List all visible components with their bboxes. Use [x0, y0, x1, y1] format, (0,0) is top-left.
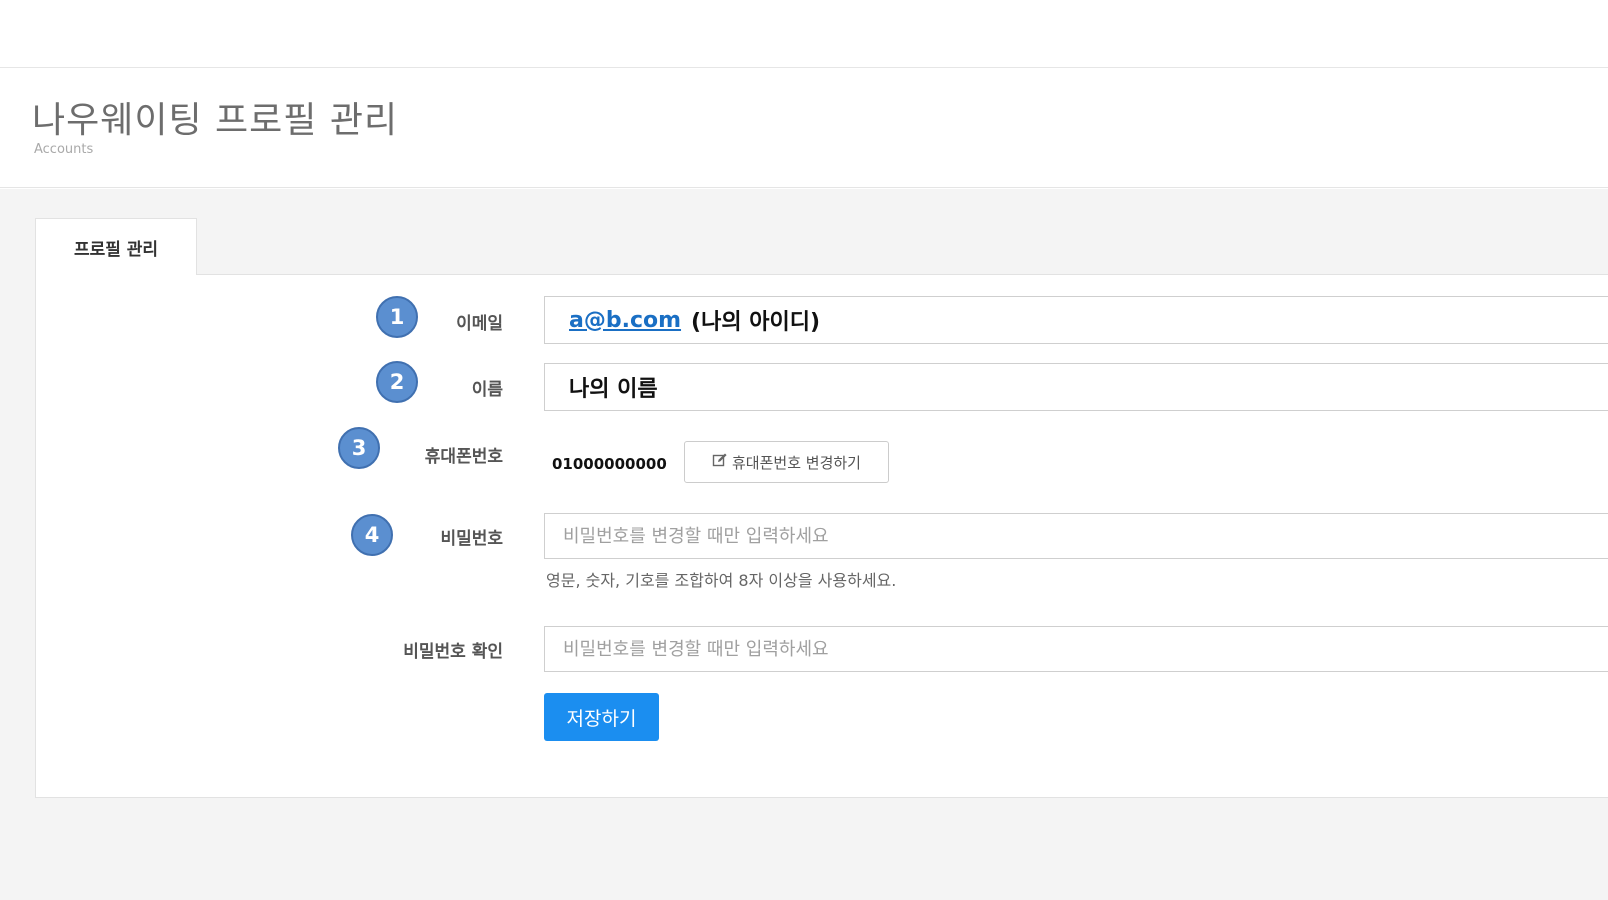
password-confirm-input[interactable] [544, 626, 1608, 672]
page-header: 나우웨이팅 프로필 관리 Accounts [0, 68, 1608, 188]
phone-value: 01000000000 [552, 455, 667, 473]
step-badge-3: 3 [338, 427, 380, 469]
name-field[interactable]: 나의 이름 [544, 363, 1608, 411]
name-label: 이름 [471, 380, 503, 400]
email-link[interactable]: a@b.com [569, 308, 681, 333]
password-input[interactable] [544, 513, 1608, 559]
edit-icon [712, 452, 728, 472]
step-badge-1: 1 [376, 296, 418, 338]
change-phone-button[interactable]: 휴대폰번호 변경하기 [684, 441, 889, 483]
password-confirm-label: 비밀번호 확인 [403, 642, 503, 662]
tab-profile[interactable]: 프로필 관리 [35, 218, 197, 275]
email-field: a@b.com (나의 아이디) [544, 296, 1608, 344]
profile-form-panel: 1 이메일 a@b.com (나의 아이디) 2 이름 나의 이름 3 휴대폰번… [35, 274, 1608, 798]
top-bar [0, 0, 1608, 68]
tab-label: 프로필 관리 [73, 239, 159, 260]
page-title: 나우웨이팅 프로필 관리 [32, 100, 399, 141]
step-badge-4: 4 [351, 514, 393, 556]
content-area: 프로필 관리 1 이메일 a@b.com (나의 아이디) 2 이름 나의 이름… [0, 189, 1608, 900]
password-label: 비밀번호 [440, 529, 503, 549]
password-help-text: 영문, 숫자, 기호를 조합하여 8자 이상을 사용하세요. [546, 571, 897, 590]
email-label: 이메일 [456, 314, 503, 334]
save-button[interactable]: 저장하기 [544, 693, 659, 741]
breadcrumb: Accounts [34, 142, 94, 157]
step-badge-2: 2 [376, 361, 418, 403]
change-phone-label: 휴대폰번호 변경하기 [732, 453, 861, 472]
phone-label: 휴대폰번호 [424, 447, 503, 467]
name-value: 나의 이름 [569, 377, 658, 402]
email-suffix: (나의 아이디) [691, 310, 821, 335]
